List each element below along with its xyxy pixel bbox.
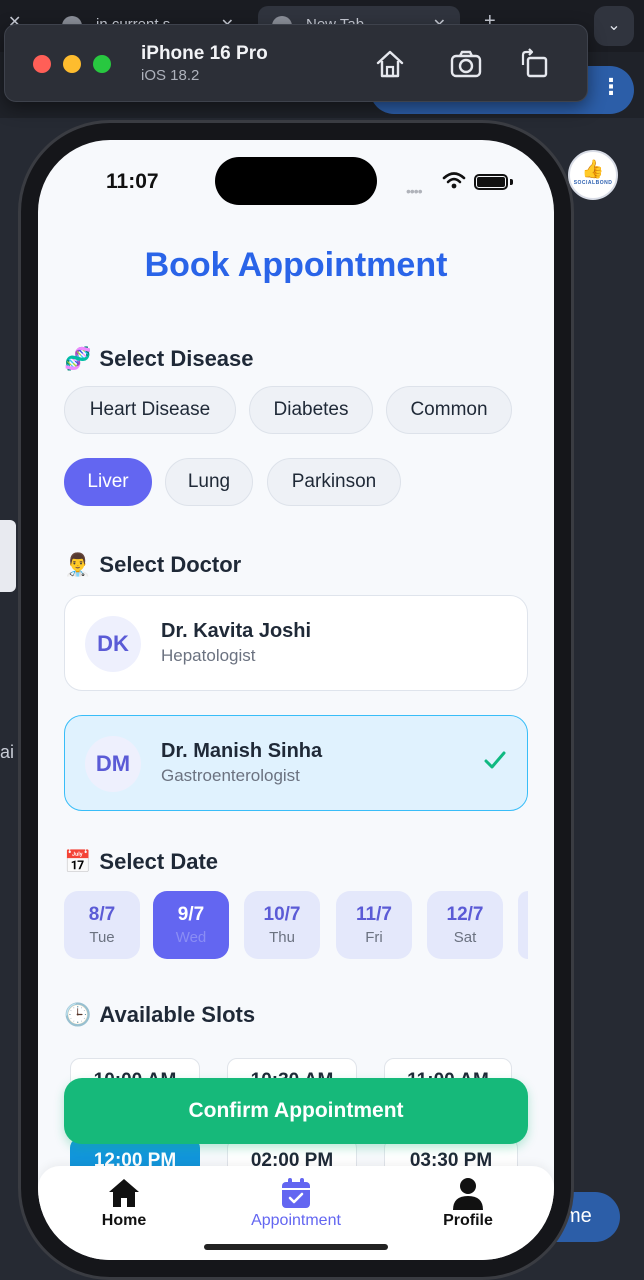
- app-screen: 11:07 •••• Book Appointment 🧬 Select Dise…: [38, 140, 554, 1260]
- socialbond-text: SOCIALBOND: [573, 180, 613, 186]
- clock-icon: 🕒: [64, 1003, 92, 1028]
- section-label: Select Date: [99, 849, 219, 874]
- date-pill[interactable]: 9/7 Wed: [153, 891, 229, 959]
- date-value: 8/7: [88, 904, 116, 925]
- thumbs-up-icon: 👍: [581, 159, 605, 179]
- doctor-card-manish-sinha[interactable]: DM Dr. Manish Sinha Gastroenterologist: [64, 715, 528, 811]
- page-title: Book Appointment: [144, 246, 448, 284]
- os-version: iOS 18.2: [141, 67, 200, 84]
- doctor-card-kavita-joshi[interactable]: DK Dr. Kavita Joshi Hepatologist: [64, 595, 528, 691]
- tab-label: Home: [101, 1212, 147, 1229]
- date-pill-partial[interactable]: [518, 891, 528, 959]
- disease-chip-diabetes[interactable]: Diabetes: [249, 386, 373, 434]
- avatar: DK: [85, 616, 141, 672]
- status-time: 11:07: [106, 170, 159, 193]
- section-title-slots: 🕒 Available Slots: [64, 1002, 255, 1028]
- simulator-toolbar: iPhone 16 Pro iOS 18.2: [4, 24, 588, 102]
- tab-label: Profile: [443, 1212, 493, 1229]
- status-indicators: ••••: [406, 170, 516, 199]
- doctor-specialty: Hepatologist: [161, 646, 256, 665]
- date-weekday: Thu: [269, 929, 295, 946]
- checkmark-icon: [484, 751, 506, 769]
- section-title-doctor: 👨‍⚕️ Select Doctor: [64, 552, 241, 578]
- wifi-icon: [442, 172, 466, 189]
- date-weekday: Sat: [453, 929, 477, 946]
- tab-home[interactable]: Home: [59, 1176, 189, 1230]
- screenshot-icon[interactable]: [449, 47, 483, 81]
- dna-icon: 🧬: [64, 347, 92, 372]
- disease-chip-parkinson[interactable]: Parkinson: [267, 458, 401, 506]
- disease-chip-liver[interactable]: Liver: [64, 458, 152, 506]
- date-pill[interactable]: 11/7 Fri: [336, 891, 412, 959]
- rotate-icon[interactable]: [517, 47, 551, 81]
- confirm-appointment-button[interactable]: Confirm Appointment: [64, 1078, 528, 1144]
- section-label: Select Disease: [99, 346, 254, 371]
- dynamic-island: [215, 157, 377, 205]
- background-card: [0, 520, 16, 592]
- date-pill[interactable]: 8/7 Tue: [64, 891, 140, 959]
- date-pill[interactable]: 12/7 Sat: [427, 891, 503, 959]
- tab-appointment[interactable]: Appointment: [231, 1176, 361, 1230]
- tab-profile[interactable]: Profile: [403, 1176, 533, 1230]
- doctor-specialty: Gastroenterologist: [161, 766, 300, 785]
- calendar-icon: 📅: [64, 850, 92, 875]
- calendar-check-icon: [282, 1178, 310, 1208]
- socialbond-logo[interactable]: 👍 SOCIALBOND: [568, 150, 618, 200]
- date-value: 11/7: [356, 904, 392, 925]
- section-label: Available Slots: [99, 1002, 256, 1027]
- doctor-icon: 👨‍⚕️: [64, 553, 92, 578]
- zoom-window-button[interactable]: [93, 55, 111, 73]
- battery-tip: [510, 179, 513, 185]
- disease-chip-lung[interactable]: Lung: [165, 458, 253, 506]
- date-weekday: Tue: [89, 929, 115, 946]
- minimize-window-button[interactable]: [63, 55, 81, 73]
- more-menu-icon[interactable]: ⋮: [600, 74, 622, 100]
- avatar: DM: [85, 736, 141, 792]
- date-value: 10/7: [263, 904, 301, 925]
- close-window-button[interactable]: [33, 55, 51, 73]
- battery-icon: [474, 174, 508, 190]
- date-value: 12/7: [446, 904, 484, 925]
- home-icon[interactable]: [373, 47, 407, 81]
- disease-chip-heart-disease[interactable]: Heart Disease: [64, 386, 236, 434]
- doctor-name: Dr. Manish Sinha: [161, 740, 323, 762]
- person-icon: [453, 1178, 483, 1210]
- tab-label: Appointment: [251, 1212, 341, 1229]
- disease-chip-common[interactable]: Common: [386, 386, 512, 434]
- signal-icon: ••••: [406, 183, 423, 199]
- section-label: Select Doctor: [99, 552, 242, 577]
- home-icon: [109, 1179, 139, 1207]
- device-name: iPhone 16 Pro: [141, 43, 268, 64]
- home-indicator: [204, 1244, 388, 1250]
- section-title-date: 📅 Select Date: [64, 849, 218, 875]
- date-weekday: Wed: [175, 929, 207, 946]
- date-weekday: Fri: [365, 929, 383, 946]
- doctor-name: Dr. Kavita Joshi: [161, 620, 312, 642]
- tab-search-button[interactable]: ⌄: [594, 6, 634, 46]
- date-pill[interactable]: 10/7 Thu: [244, 891, 320, 959]
- background-text: ai: [0, 742, 15, 762]
- section-title-disease: 🧬 Select Disease: [64, 346, 254, 372]
- date-value: 9/7: [177, 904, 205, 925]
